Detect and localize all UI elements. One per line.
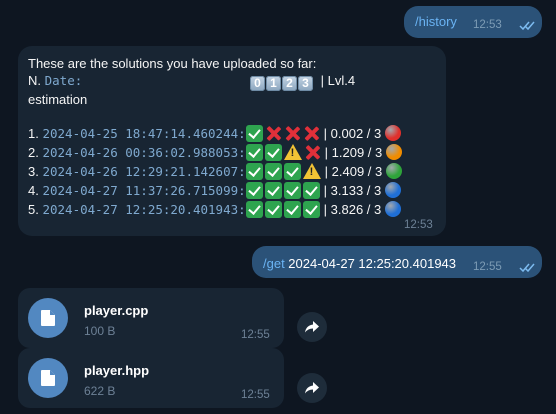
header-level: | Lvl.4	[320, 73, 356, 88]
double-check-icon	[519, 21, 535, 31]
header-keycaps: 0123 | Lvl.4	[250, 73, 355, 91]
message-time: 12:53	[404, 219, 433, 231]
file-icon[interactable]	[28, 358, 68, 398]
warning-icon	[302, 163, 321, 179]
keycap-3-icon: 3	[298, 76, 313, 91]
check-mark-icon	[245, 201, 263, 218]
row-date: 2024-04-27 12:25:20.401943:	[42, 202, 246, 217]
check-mark-icon	[264, 163, 282, 180]
cross-mark-icon	[304, 144, 321, 161]
row-score: | 3.826 / 3	[323, 202, 382, 217]
row-date: 2024-04-26 12:29:21.142607:	[42, 164, 246, 179]
row-score: | 3.133 / 3	[323, 183, 382, 198]
check-mark-icon	[245, 163, 263, 180]
row-date: 2024-04-27 11:37:26.715099:	[42, 183, 246, 198]
status-circle-icon	[385, 182, 402, 198]
history-row: 3. 2024-04-26 12:29:21.142607: | 2.409 / …	[28, 163, 403, 180]
status-circle-icon	[386, 144, 403, 160]
command-link-history[interactable]: /history	[415, 14, 457, 29]
message-time: 12:55	[473, 261, 502, 273]
outgoing-message-history[interactable]: /history 12:53	[404, 6, 542, 38]
file-size: 100 B	[84, 324, 116, 338]
row-number: 5.	[28, 202, 39, 217]
file-size: 622 B	[84, 384, 116, 398]
check-mark-icon	[283, 201, 301, 218]
file-message-player-hpp[interactable]: player.hpp 622 B 12:55	[18, 348, 284, 408]
double-check-icon	[519, 263, 535, 273]
header-estimation: estimation	[28, 92, 88, 107]
row-number: 1.	[28, 126, 39, 141]
history-row: 4. 2024-04-27 11:37:26.715099: | 3.133 / …	[28, 182, 402, 199]
check-mark-icon	[245, 144, 263, 161]
history-row: 1. 2024-04-25 18:47:14.460244: | 0.002 / …	[28, 125, 402, 142]
check-mark-icon	[302, 182, 320, 199]
warning-icon	[283, 144, 302, 160]
forward-button[interactable]	[297, 312, 327, 342]
row-date: 2024-04-26 00:36:02.988053:	[42, 145, 246, 160]
keycap-1-icon: 1	[266, 76, 281, 91]
history-row: 2. 2024-04-26 00:36:02.988053: | 1.209 / …	[28, 144, 403, 161]
check-mark-icon	[264, 144, 282, 161]
status-circle-icon	[386, 163, 403, 179]
history-header: N. Date:	[28, 73, 82, 88]
cross-mark-icon	[265, 125, 282, 142]
forward-arrow-icon	[305, 382, 319, 394]
header-n: N.	[28, 73, 41, 88]
keycap-0-icon: 0	[250, 76, 265, 91]
cross-mark-icon	[303, 125, 320, 142]
outgoing-message-get[interactable]: /get 2024-04-27 12:25:20.401943 12:55	[252, 246, 542, 278]
check-mark-icon	[283, 163, 301, 180]
incoming-message-history[interactable]: These are the solutions you have uploade…	[18, 46, 446, 236]
command-link-get[interactable]: /get	[263, 256, 285, 271]
status-circle-icon	[385, 125, 402, 141]
check-mark-icon	[264, 201, 282, 218]
file-name[interactable]: player.cpp	[84, 303, 148, 318]
keycap-2-icon: 2	[282, 76, 297, 91]
check-mark-icon	[283, 182, 301, 199]
check-mark-icon	[245, 182, 263, 199]
forward-arrow-icon	[305, 321, 319, 333]
status-circle-icon	[385, 201, 402, 217]
message-time: 12:55	[241, 389, 270, 401]
row-number: 3.	[28, 164, 39, 179]
check-mark-icon	[264, 182, 282, 199]
get-argument: 2024-04-27 12:25:20.401943	[284, 256, 457, 271]
row-number: 2.	[28, 145, 39, 160]
history-intro: These are the solutions you have uploade…	[28, 56, 317, 71]
row-score: | 1.209 / 3	[324, 145, 383, 160]
file-name[interactable]: player.hpp	[84, 363, 149, 378]
message-time: 12:53	[473, 19, 502, 31]
cross-mark-icon	[284, 125, 301, 142]
file-message-player-cpp[interactable]: player.cpp 100 B 12:55	[18, 288, 284, 348]
file-icon[interactable]	[28, 298, 68, 338]
row-number: 4.	[28, 183, 39, 198]
get-command: /get 2024-04-27 12:25:20.401943	[263, 256, 456, 271]
message-time: 12:55	[241, 329, 270, 341]
header-date: Date:	[44, 73, 83, 88]
row-score: | 0.002 / 3	[323, 126, 382, 141]
check-mark-icon	[302, 201, 320, 218]
check-mark-icon	[245, 125, 263, 142]
history-row: 5. 2024-04-27 12:25:20.401943: | 3.826 / …	[28, 201, 402, 218]
forward-button[interactable]	[297, 373, 327, 403]
row-score: | 2.409 / 3	[324, 164, 383, 179]
row-date: 2024-04-25 18:47:14.460244:	[42, 126, 246, 141]
